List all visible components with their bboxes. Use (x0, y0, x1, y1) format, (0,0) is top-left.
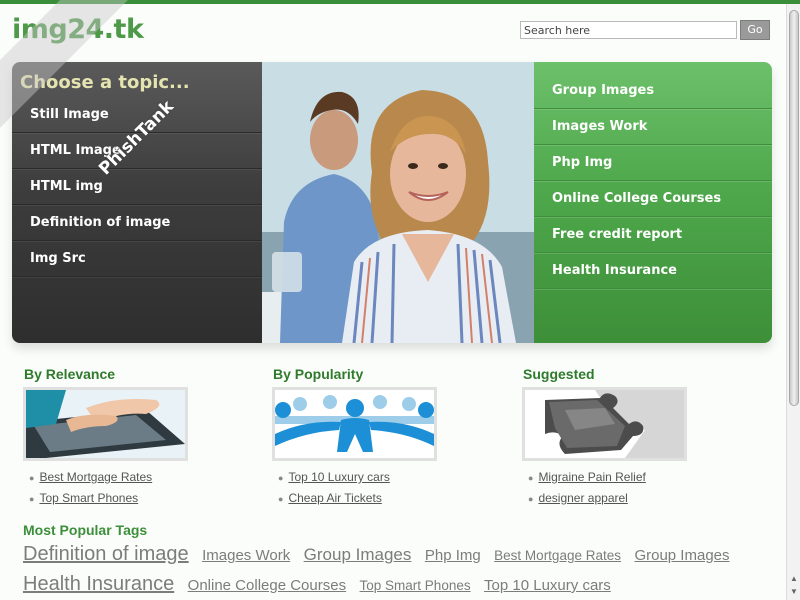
banner-link[interactable]: Online College Courses (534, 181, 772, 217)
banner-photo-people (262, 62, 534, 343)
tag-link[interactable]: Group Images (304, 545, 412, 564)
section-by-popularity: By Popularity ● Top 10 Luxury cars ● Cheap… (272, 366, 512, 509)
section-links: ● Top 10 Luxury cars ● Cheap Air Tickets (278, 467, 512, 509)
link-list: Group Images Images Work Php Img Online … (534, 73, 772, 289)
top-accent-bar (0, 0, 800, 4)
section-link[interactable]: Best Mortgage Rates (39, 470, 152, 484)
puzzle-pieces-image[interactable] (522, 387, 687, 461)
tag-link[interactable]: Group Images (634, 547, 729, 564)
topic-link[interactable]: HTML Image (12, 133, 262, 169)
section-title: Suggested (523, 366, 595, 382)
topic-banner: Choose a topic... Still Image HTML Image… (12, 62, 772, 343)
section-link[interactable]: Cheap Air Tickets (288, 491, 381, 505)
list-item: ● Best Mortgage Rates (29, 470, 153, 484)
topic-list: Still Image HTML Image HTML img Definiti… (12, 97, 262, 277)
list-item: ● Top Smart Phones (29, 491, 139, 505)
vertical-scrollbar[interactable]: ▲ ▼ (786, 4, 800, 600)
list-item: ● designer apparel (528, 491, 628, 505)
section-links: ● Best Mortgage Rates ● Top Smart Phones (29, 467, 263, 509)
section-link[interactable]: designer apparel (538, 491, 627, 505)
topic-link[interactable]: Definition of image (12, 205, 262, 241)
tag-link[interactable]: Definition of image (23, 543, 189, 565)
tag-link[interactable]: Best Mortgage Rates (494, 548, 621, 563)
search-input[interactable] (520, 21, 737, 39)
banner-link[interactable]: Group Images (534, 73, 772, 109)
banner-link[interactable]: Php Img (534, 145, 772, 181)
links-panel: Group Images Images Work Php Img Online … (534, 62, 772, 343)
scroll-up-arrow-icon[interactable]: ▲ (789, 574, 799, 584)
people-chain-image[interactable] (272, 387, 437, 461)
list-item: ● Cheap Air Tickets (278, 491, 382, 505)
smiling-woman-photo (262, 62, 534, 343)
tag-link[interactable]: Top Smart Phones (360, 578, 471, 593)
topic-panel: Choose a topic... Still Image HTML Image… (12, 62, 262, 343)
tag-link[interactable]: Php Img (425, 547, 481, 564)
section-links: ● Migraine Pain Relief ● designer apparel (528, 467, 762, 509)
section-title: By Relevance (24, 366, 116, 382)
tag-cloud: Definition of image Images Work Group Im… (23, 540, 753, 600)
list-item: ● Top 10 Luxury cars (278, 470, 390, 484)
banner-link[interactable]: Health Insurance (534, 253, 772, 289)
laptop-typing-image[interactable] (23, 387, 188, 461)
topic-link[interactable]: HTML img (12, 169, 262, 205)
section-suggested: Suggested ● Migraine Pain Relief ● designe… (522, 366, 762, 509)
scroll-down-arrow-icon[interactable]: ▼ (789, 587, 799, 597)
popular-tags: Most Popular Tags Definition of image Im… (23, 522, 753, 600)
topic-link[interactable]: Still Image (12, 97, 262, 133)
section-link[interactable]: Top Smart Phones (39, 491, 138, 505)
search-go-button[interactable]: Go (740, 20, 770, 40)
section-link[interactable]: Top 10 Luxury cars (288, 470, 389, 484)
banner-link[interactable]: Free credit report (534, 217, 772, 253)
section-link[interactable]: Migraine Pain Relief (538, 470, 645, 484)
topic-heading: Choose a topic... (20, 72, 190, 93)
tag-link[interactable]: Top 10 Luxury cars (484, 577, 611, 594)
site-logo[interactable]: img24.tk (12, 14, 144, 45)
tag-link[interactable]: Online College Courses (188, 577, 346, 594)
tags-title: Most Popular Tags (23, 522, 148, 538)
banner-link[interactable]: Images Work (534, 109, 772, 145)
list-item: ● Migraine Pain Relief (528, 470, 646, 484)
tag-link[interactable]: Images Work (202, 547, 290, 564)
tag-link[interactable]: Health Insurance (23, 573, 174, 595)
section-by-relevance: By Relevance ● Best Mortgage Rates ● Top S… (23, 366, 263, 509)
section-title: By Popularity (273, 366, 364, 382)
topic-link[interactable]: Img Src (12, 241, 262, 277)
scrollbar-thumb[interactable] (789, 10, 799, 406)
